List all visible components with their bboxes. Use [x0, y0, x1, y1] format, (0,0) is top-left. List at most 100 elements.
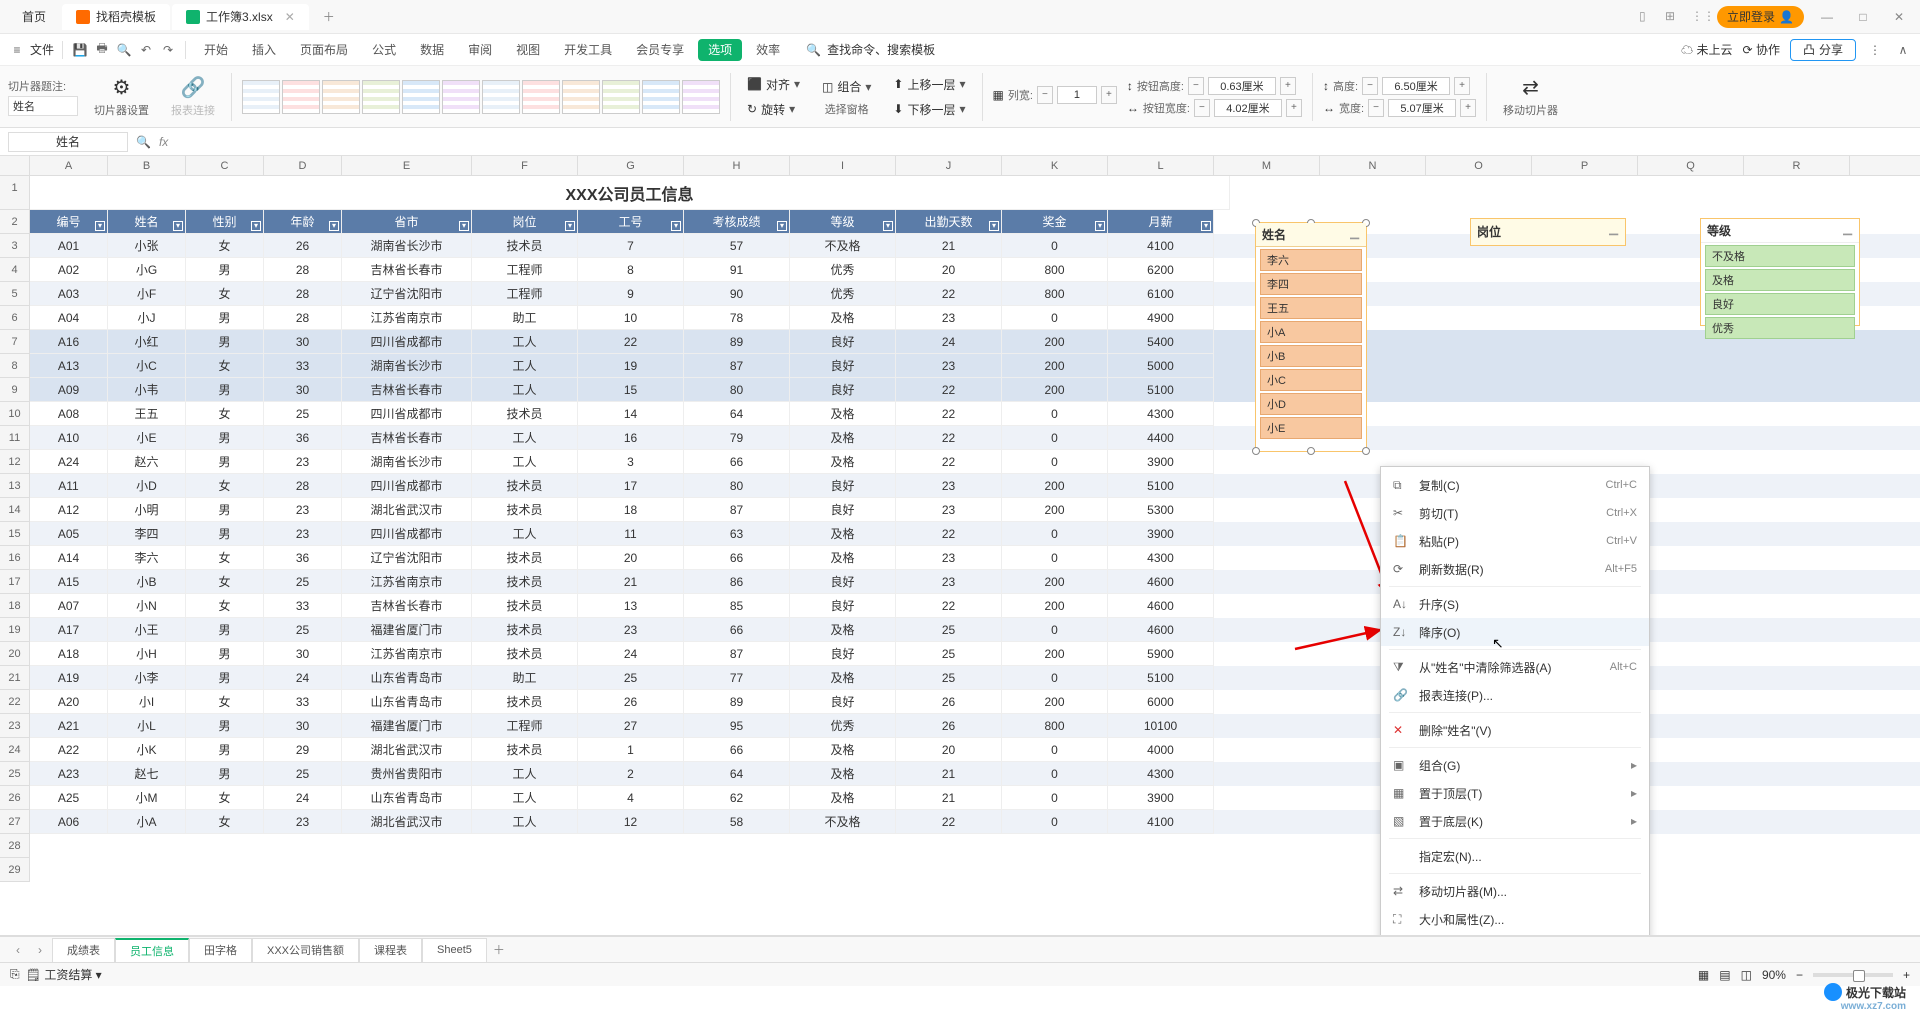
table-cell[interactable]: 湖南省长沙市 [342, 450, 472, 474]
table-cell[interactable]: 24 [264, 786, 342, 810]
table-cell[interactable]: 技术员 [472, 402, 578, 426]
table-cell[interactable]: 22 [896, 378, 1002, 402]
slicer-item[interactable]: 李六 [1260, 249, 1362, 271]
table-cell[interactable]: 技术员 [472, 234, 578, 258]
table-cell[interactable]: 工人 [472, 426, 578, 450]
table-cell[interactable]: 优秀 [790, 282, 896, 306]
indent-icon[interactable]: ⎘ [10, 967, 20, 982]
table-cell[interactable]: 男 [186, 330, 264, 354]
table-cell[interactable]: 2 [578, 762, 684, 786]
column-header[interactable]: L [1108, 156, 1214, 175]
table-cell[interactable]: 0 [1002, 786, 1108, 810]
table-cell[interactable]: 23 [264, 810, 342, 834]
spin-up[interactable]: + [1460, 99, 1476, 117]
table-cell[interactable]: 4600 [1108, 618, 1214, 642]
table-cell[interactable]: 良好 [790, 330, 896, 354]
table-cell[interactable]: 80 [684, 474, 790, 498]
table-cell[interactable]: 64 [684, 762, 790, 786]
table-cell[interactable]: A04 [30, 306, 108, 330]
spin-up[interactable]: + [1280, 77, 1296, 95]
filter-dropdown-icon[interactable]: ▾ [883, 221, 893, 231]
table-cell[interactable]: 200 [1002, 642, 1108, 666]
table-cell[interactable]: 技术员 [472, 738, 578, 762]
table-cell[interactable]: 64 [684, 402, 790, 426]
table-cell[interactable]: 男 [186, 498, 264, 522]
table-cell[interactable]: 男 [186, 306, 264, 330]
table-cell[interactable]: 女 [186, 402, 264, 426]
table-cell[interactable]: 33 [264, 690, 342, 714]
column-header[interactable]: F [472, 156, 578, 175]
table-cell[interactable]: 25 [264, 762, 342, 786]
slicer-item[interactable]: 小E [1260, 417, 1362, 439]
table-cell[interactable]: 19 [578, 354, 684, 378]
table-cell[interactable]: 9 [578, 282, 684, 306]
table-cell[interactable]: 25 [264, 618, 342, 642]
table-cell[interactable]: 男 [186, 666, 264, 690]
filter-dropdown-icon[interactable]: ▾ [565, 221, 575, 231]
table-cell[interactable]: 86 [684, 570, 790, 594]
table-cell[interactable]: 四川省成都市 [342, 330, 472, 354]
table-cell[interactable]: 23 [264, 522, 342, 546]
spin-up[interactable]: + [1286, 99, 1302, 117]
table-cell[interactable]: 湖北省武汉市 [342, 810, 472, 834]
table-cell[interactable]: 200 [1002, 378, 1108, 402]
height-input[interactable] [1382, 77, 1450, 95]
filter-icon[interactable]: ⚊ [1608, 224, 1619, 238]
table-cell[interactable]: 30 [264, 378, 342, 402]
table-cell[interactable]: 5300 [1108, 498, 1214, 522]
table-cell[interactable]: 4 [578, 786, 684, 810]
table-cell[interactable]: 小F [108, 282, 186, 306]
align-button[interactable]: ⬛对齐▾ [741, 74, 806, 95]
table-cell[interactable]: 4300 [1108, 402, 1214, 426]
table-cell[interactable]: 女 [186, 474, 264, 498]
ctx-copy[interactable]: ⧉复制(C)Ctrl+C [1381, 471, 1649, 499]
table-cell[interactable]: 吉林省长春市 [342, 426, 472, 450]
layer-up-button[interactable]: ⬆上移一层▾ [887, 74, 971, 95]
table-header[interactable]: 省市▾ [342, 210, 472, 234]
table-cell[interactable]: 4100 [1108, 234, 1214, 258]
column-header[interactable]: E [342, 156, 472, 175]
menu-view[interactable]: 视图 [506, 34, 550, 66]
table-cell[interactable]: 男 [186, 618, 264, 642]
table-cell[interactable]: 山东省青岛市 [342, 786, 472, 810]
table-cell[interactable]: 63 [684, 522, 790, 546]
table-cell[interactable]: 17 [578, 474, 684, 498]
cloud-status[interactable]: ☁ 未上云 [1681, 41, 1732, 58]
table-cell[interactable]: 小A [108, 810, 186, 834]
table-cell[interactable]: 湖南省长沙市 [342, 354, 472, 378]
table-cell[interactable]: 0 [1002, 810, 1108, 834]
menu-icon[interactable]: ≡ [8, 41, 26, 59]
table-cell[interactable]: 四川省成都市 [342, 522, 472, 546]
login-button[interactable]: 立即登录👤 [1717, 6, 1804, 28]
slicer-item[interactable]: 良好 [1705, 293, 1855, 315]
search-icon[interactable]: 🔍 [136, 135, 151, 149]
style-thumb[interactable] [522, 80, 560, 114]
table-cell[interactable]: 女 [186, 570, 264, 594]
table-cell[interactable]: 3 [578, 450, 684, 474]
table-cell[interactable]: 4300 [1108, 762, 1214, 786]
row-header[interactable]: 7 [0, 330, 30, 354]
table-cell[interactable]: 技术员 [472, 618, 578, 642]
table-cell[interactable]: 李六 [108, 546, 186, 570]
table-cell[interactable]: 及格 [790, 402, 896, 426]
table-cell[interactable]: 湖北省武汉市 [342, 498, 472, 522]
table-cell[interactable]: 200 [1002, 594, 1108, 618]
style-thumb[interactable] [682, 80, 720, 114]
table-cell[interactable]: 22 [896, 402, 1002, 426]
table-cell[interactable]: 25 [896, 618, 1002, 642]
table-header[interactable]: 等级▾ [790, 210, 896, 234]
table-cell[interactable]: 90 [684, 282, 790, 306]
expand-icon[interactable]: ∧ [1894, 41, 1912, 59]
spin-up[interactable]: + [1101, 86, 1117, 104]
table-cell[interactable]: 男 [186, 258, 264, 282]
column-header[interactable]: G [578, 156, 684, 175]
table-cell[interactable]: 29 [264, 738, 342, 762]
table-cell[interactable]: 男 [186, 450, 264, 474]
column-header[interactable]: H [684, 156, 790, 175]
ctx-bring-front[interactable]: ▦置于顶层(T)▸ [1381, 779, 1649, 807]
style-thumb[interactable] [562, 80, 600, 114]
table-cell[interactable]: 20 [578, 546, 684, 570]
table-header[interactable]: 考核成绩▾ [684, 210, 790, 234]
ctx-size[interactable]: ⛶大小和属性(Z)... [1381, 905, 1649, 933]
table-cell[interactable]: 工人 [472, 786, 578, 810]
